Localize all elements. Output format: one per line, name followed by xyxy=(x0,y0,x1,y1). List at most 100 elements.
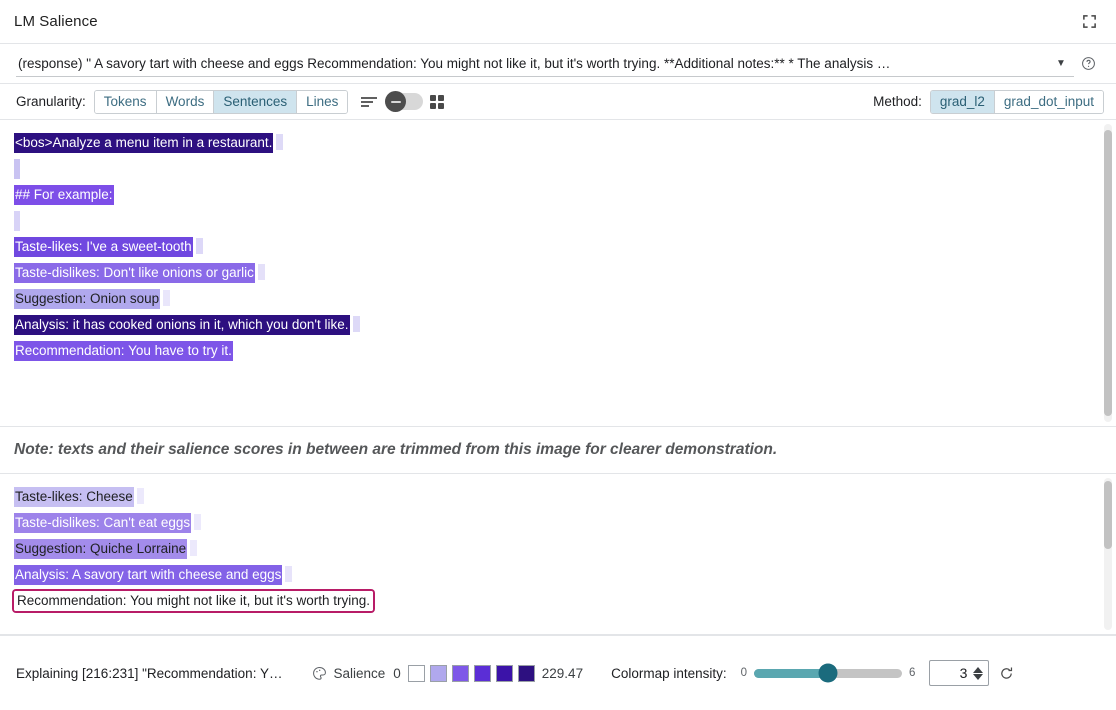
colormap-slider-wrap: 0 6 xyxy=(741,667,916,679)
salience-segment[interactable]: Suggestion: Onion soup xyxy=(14,289,160,309)
palette-icon xyxy=(312,666,327,681)
scrollbar-thumb[interactable] xyxy=(1104,130,1112,416)
grid-cell xyxy=(438,103,444,109)
salience-segment[interactable] xyxy=(14,211,20,231)
salience-line: Recommendation: You have to try it. xyxy=(14,338,1102,364)
granularity-option-sentences[interactable]: Sentences xyxy=(214,91,297,113)
stepper-value: 3 xyxy=(930,665,973,681)
colormap-slider[interactable] xyxy=(754,669,902,678)
explaining-label: Explaining [216:231] "Recommendation: Y… xyxy=(16,666,282,681)
chevron-down-icon[interactable]: ▼ xyxy=(1052,58,1070,69)
slider-max-label: 6 xyxy=(909,667,915,679)
grid-cell xyxy=(438,95,444,101)
salience-separator xyxy=(353,316,360,332)
lm-salience-module: LM Salience (response) " A savory tart w… xyxy=(0,0,1116,710)
salience-segment[interactable]: Taste-likes: Cheese xyxy=(14,487,134,507)
slider-handle[interactable] xyxy=(819,664,838,683)
salience-separator xyxy=(276,134,283,150)
colormap-stepper[interactable]: 3 xyxy=(929,660,989,686)
help-icon[interactable] xyxy=(1074,56,1102,71)
lines-icon[interactable] xyxy=(360,96,378,108)
legend-swatch xyxy=(474,665,491,682)
granularity-option-tokens[interactable]: Tokens xyxy=(95,91,157,113)
salience-separator xyxy=(285,566,292,582)
granularity-label: Granularity: xyxy=(16,94,86,109)
scrollbar-bottom[interactable] xyxy=(1104,478,1112,630)
stepper-arrows[interactable] xyxy=(973,667,988,680)
salience-segment[interactable] xyxy=(14,159,20,179)
salience-segment[interactable]: Analysis: A savory tart with cheese and … xyxy=(14,565,282,585)
salience-line: Analysis: A savory tart with cheese and … xyxy=(14,562,1102,588)
method-option-grad-dot-input[interactable]: grad_dot_input xyxy=(995,91,1103,113)
method-label: Method: xyxy=(873,94,922,109)
grid-cell xyxy=(430,103,436,109)
salience-lines-top: <bos>Analyze a menu item in a restaurant… xyxy=(0,120,1116,426)
slider-min-label: 0 xyxy=(741,667,747,679)
expand-icon[interactable] xyxy=(1076,9,1102,35)
salience-line: Analysis: it has cooked onions in it, wh… xyxy=(14,312,1102,338)
scale-max: 229.47 xyxy=(542,666,583,681)
legend-swatch xyxy=(452,665,469,682)
scrollbar-top[interactable] xyxy=(1104,124,1112,422)
method-option-grad-l2[interactable]: grad_l2 xyxy=(931,91,995,113)
stepper-down-icon[interactable] xyxy=(973,674,983,680)
salience-separator xyxy=(196,238,203,254)
salience-line: Suggestion: Onion soup xyxy=(14,286,1102,312)
toggle-knob xyxy=(385,91,406,112)
salience-text-panel-bottom: Taste-likes: Cheese Taste-dislikes: Can't… xyxy=(0,473,1116,635)
salience-lines-bottom: Taste-likes: Cheese Taste-dislikes: Can't… xyxy=(0,474,1116,634)
response-select[interactable]: (response) " A savory tart with cheese a… xyxy=(16,51,1074,77)
legend-swatch xyxy=(408,665,425,682)
salience-toolbar: Granularity: Tokens Words Sentences Line… xyxy=(0,84,1116,120)
legend-swatch xyxy=(496,665,513,682)
salience-separator xyxy=(137,488,144,504)
module-titlebar: LM Salience xyxy=(0,0,1116,44)
salience-line: Taste-likes: Cheese xyxy=(14,484,1102,510)
salience-line: Taste-likes: I've a sweet-tooth xyxy=(14,234,1102,260)
salience-segment[interactable]: ## For example: xyxy=(14,185,114,205)
salience-segment[interactable]: Recommendation: You have to try it. xyxy=(14,341,233,361)
colormap-intensity-label: Colormap intensity: xyxy=(611,666,727,681)
salience-segment[interactable]: Suggestion: Quiche Lorraine xyxy=(14,539,187,559)
granularity-group: Tokens Words Sentences Lines xyxy=(94,90,349,114)
granularity-option-words[interactable]: Words xyxy=(157,91,215,113)
salience-text-panel-top: <bos>Analyze a menu item in a restaurant… xyxy=(0,120,1116,427)
salience-segment[interactable]: Taste-dislikes: Can't eat eggs xyxy=(14,513,191,533)
response-select-value: (response) " A savory tart with cheese a… xyxy=(16,56,1052,71)
salience-separator xyxy=(258,264,265,280)
salience-segment[interactable]: Taste-dislikes: Don't like onions or gar… xyxy=(14,263,255,283)
salience-legend xyxy=(408,665,535,682)
salience-line: Taste-dislikes: Can't eat eggs xyxy=(14,510,1102,536)
salience-line xyxy=(14,156,1102,182)
legend-swatch xyxy=(518,665,535,682)
salience-separator xyxy=(194,514,201,530)
method-group: grad_l2 grad_dot_input xyxy=(930,90,1104,114)
salience-segment[interactable]: Taste-likes: I've a sweet-tooth xyxy=(14,237,193,257)
scale-min: 0 xyxy=(393,666,401,681)
slider-fill xyxy=(754,669,828,678)
granularity-option-lines[interactable]: Lines xyxy=(297,91,347,113)
demo-note: Note: texts and their salience scores in… xyxy=(0,427,1116,473)
salience-line: Recommendation: You might not like it, b… xyxy=(14,588,1102,614)
salience-footer: Explaining [216:231] "Recommendation: Y…… xyxy=(0,635,1116,710)
salience-segment[interactable]: Recommendation: You might not like it, b… xyxy=(14,591,373,611)
salience-separator xyxy=(190,540,197,556)
grid-icon[interactable] xyxy=(430,95,444,109)
salience-line: Suggestion: Quiche Lorraine xyxy=(14,536,1102,562)
salience-label: Salience xyxy=(333,666,385,681)
display-mode-toggle[interactable] xyxy=(385,93,423,110)
salience-line: Taste-dislikes: Don't like onions or gar… xyxy=(14,260,1102,286)
stepper-up-icon[interactable] xyxy=(973,667,983,673)
demo-note-text: Note: texts and their salience scores in… xyxy=(14,441,777,459)
grid-cell xyxy=(430,95,436,101)
response-selector-bar: (response) " A savory tart with cheese a… xyxy=(0,44,1116,84)
salience-line xyxy=(14,208,1102,234)
legend-swatch xyxy=(430,665,447,682)
salience-segment[interactable]: Analysis: it has cooked onions in it, wh… xyxy=(14,315,350,335)
salience-segment[interactable]: <bos>Analyze a menu item in a restaurant… xyxy=(14,133,273,153)
salience-line: ## For example: xyxy=(14,182,1102,208)
salience-separator xyxy=(163,290,170,306)
scrollbar-thumb[interactable] xyxy=(1104,481,1112,549)
reset-icon[interactable] xyxy=(999,666,1014,681)
salience-line: <bos>Analyze a menu item in a restaurant… xyxy=(14,130,1102,156)
